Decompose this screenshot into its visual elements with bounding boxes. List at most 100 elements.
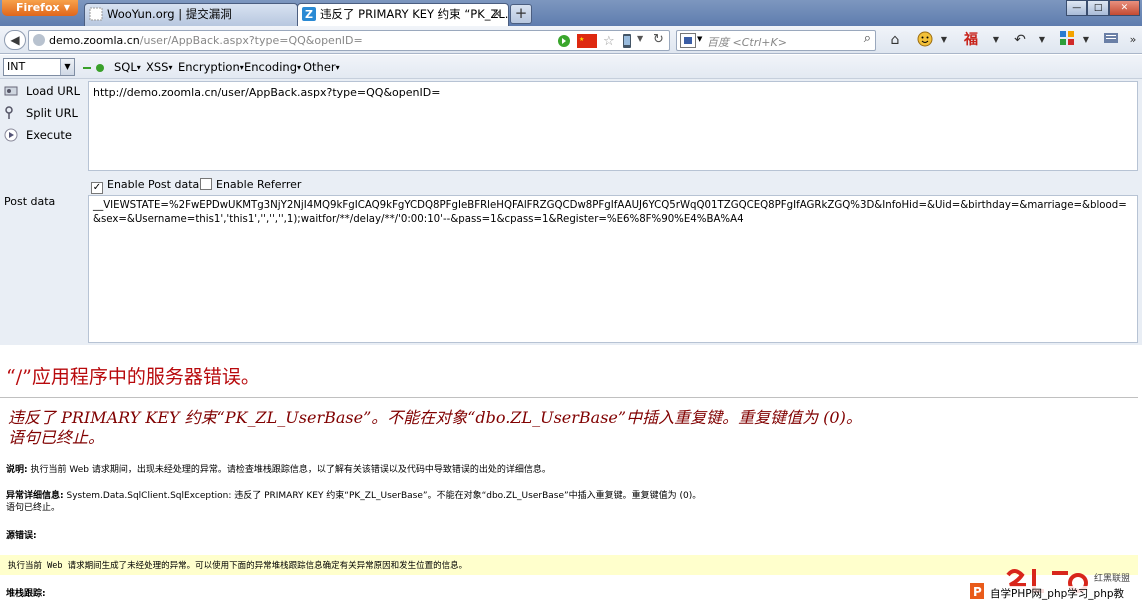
description-label: 说明:	[6, 465, 28, 475]
search-engine-icon[interactable]	[680, 33, 696, 48]
execute-button[interactable]: Execute	[4, 128, 72, 142]
source-error-heading: 源错误:	[6, 530, 37, 543]
stack-trace-label: 堆栈跟踪:	[6, 589, 46, 599]
undo-dropdown-icon[interactable]: ▼	[1033, 31, 1051, 49]
watermark-brand: 红黑联盟	[1094, 574, 1131, 584]
back-button[interactable]: ◀	[4, 30, 26, 50]
china-flag-icon: ★	[577, 34, 597, 48]
zoomla-icon: Z	[302, 7, 316, 21]
source-error-text: 执行当前 Web 请求期间生成了未经处理的异常。可以使用下面的异常堆栈跟踪信息确…	[8, 561, 468, 571]
reload-icon[interactable]: ↻	[653, 32, 664, 47]
error-message: 违反了 PRIMARY KEY 约束“PK_ZL_UserBase”。不能在对象…	[8, 408, 862, 448]
home-icon[interactable]: ⌂	[886, 31, 904, 49]
firefox-menu-button[interactable]: Firefox ▼	[2, 0, 78, 16]
maximize-button[interactable]: □	[1087, 0, 1109, 16]
int-select[interactable]: INT ▼	[3, 58, 75, 76]
exception-text-line2: 语句已终止。	[6, 503, 61, 513]
translate-icon[interactable]: 福	[962, 31, 980, 49]
divider	[0, 397, 1138, 398]
load-url-icon	[4, 86, 18, 96]
source-error-label: 源错误:	[6, 531, 37, 541]
go-green-icon[interactable]	[557, 34, 571, 48]
search-icon[interactable]: ⌕	[864, 31, 871, 46]
hackbar-toolbar: INT ▼ SQL▾ XSS▾ Encryption▾ Encoding▾ Oth…	[0, 55, 1142, 79]
search-box[interactable]: ▼ 百度 <Ctrl+K> ⌕	[676, 30, 876, 51]
chevron-down-icon: ▼	[63, 3, 70, 12]
addon-dropdown-icon[interactable]: ▼	[935, 31, 953, 49]
face-addon-icon[interactable]	[916, 31, 934, 49]
grid-addon-icon[interactable]	[1058, 31, 1076, 49]
checkmark-icon: ✓	[91, 182, 103, 194]
mobile-icon	[623, 34, 631, 48]
url-textarea[interactable]: http://demo.zoomla.cn/user/AppBack.aspx?…	[88, 81, 1138, 171]
watermark-text: 自学PHP网_php学习_php教	[990, 586, 1125, 601]
translate-dropdown-icon[interactable]: ▼	[987, 31, 1005, 49]
enable-referrer-checkbox[interactable]: Enable Referrer	[200, 178, 301, 191]
hackbar-panel: Load URL Split URL Execute http://demo.z…	[0, 79, 1142, 345]
dropdown-arrow-icon[interactable]: ▼	[637, 34, 643, 48]
tab-title: 违反了 PRIMARY KEY 约束 “PK_ZL...	[320, 7, 509, 21]
enable-referrer-label: Enable Referrer	[216, 178, 302, 191]
overflow-chevron-icon[interactable]: »	[1124, 31, 1142, 49]
menu-label: Encryption	[178, 60, 240, 74]
split-url-icon	[5, 106, 13, 119]
close-tab-icon[interactable]: ✕	[492, 4, 502, 25]
svg-text:P: P	[973, 585, 982, 599]
grid-dropdown-icon[interactable]: ▼	[1077, 31, 1095, 49]
menu-label: Encoding	[244, 60, 297, 74]
menu-label: Other	[303, 60, 336, 74]
split-url-button[interactable]: Split URL	[4, 106, 78, 120]
window-controls: — □ ✕	[1066, 0, 1140, 16]
menu-xss[interactable]: XSS▾	[146, 60, 173, 74]
int-select-value: INT	[7, 60, 26, 73]
stack-trace-heading: 堆栈跟踪:	[6, 588, 46, 601]
menu-label: SQL	[114, 60, 137, 74]
new-tab-button[interactable]: +	[510, 4, 532, 24]
globe-icon	[33, 34, 45, 46]
enable-post-label: Enable Post data	[107, 178, 200, 191]
menu-label: XSS	[146, 60, 169, 74]
error-title: “/”应用程序中的服务器错误。	[6, 366, 260, 388]
svg-text:★: ★	[579, 36, 584, 43]
exception-text: System.Data.SqlClient.SqlException: 违反了 …	[66, 491, 702, 501]
execute-icon	[4, 128, 18, 142]
plus-green-icon[interactable]	[96, 64, 104, 72]
menu-encryption[interactable]: Encryption▾	[178, 60, 244, 74]
minimize-button[interactable]: —	[1066, 0, 1088, 16]
execute-label: Execute	[26, 128, 72, 142]
tab-title: WooYun.org | 提交漏洞	[107, 7, 232, 21]
post-data-textarea[interactable]: __VIEWSTATE=%2FwEPDwUKMTg3NjY2NjI4MQ9kFg…	[88, 195, 1138, 343]
firefox-label: Firefox	[16, 1, 60, 14]
error-message-line: 语句已终止。	[8, 428, 105, 447]
empty-checkbox-icon	[200, 178, 212, 190]
minus-green-icon[interactable]	[83, 64, 91, 72]
undo-icon[interactable]: ↶	[1011, 31, 1029, 49]
error-message-line: 违反了 PRIMARY KEY 约束“PK_ZL_UserBase”。不能在对象…	[8, 408, 862, 427]
post-data-label: Post data	[4, 195, 56, 208]
exception-paragraph: 异常详细信息: System.Data.SqlClient.SqlExcepti…	[6, 490, 701, 503]
description-text: 执行当前 Web 请求期间，出现未经处理的异常。请检查堆栈跟踪信息，以了解有关该…	[30, 465, 551, 475]
url-text: demo.zoomla.cn/user/AppBack.aspx?type=QQ…	[49, 34, 363, 47]
menu-sql[interactable]: SQL▾	[114, 60, 141, 74]
load-url-button[interactable]: Load URL	[4, 84, 80, 98]
bookmark-star-icon[interactable]: ☆	[603, 34, 615, 49]
tab-error-page[interactable]: Z 违反了 PRIMARY KEY 约束 “PK_ZL... ✕	[297, 3, 509, 27]
split-url-label: Split URL	[26, 106, 78, 120]
search-placeholder: 百度 <Ctrl+K>	[707, 36, 787, 49]
tab-strip: Firefox ▼ WooYun.org | 提交漏洞 Z 违反了 PRIMARY…	[0, 0, 1142, 27]
engine-dropdown-icon[interactable]: ▼	[697, 35, 702, 43]
url-host: demo.zoomla.cn	[49, 34, 140, 47]
bookmark-menu-icon[interactable]	[1103, 31, 1121, 49]
url-path: /user/AppBack.aspx?type=QQ&openID=	[139, 34, 363, 47]
svg-text:Z: Z	[305, 8, 313, 21]
url-bar[interactable]: demo.zoomla.cn/user/AppBack.aspx?type=QQ…	[28, 30, 670, 51]
menu-encoding[interactable]: Encoding▾	[244, 60, 301, 74]
exception-label: 异常详细信息:	[6, 491, 64, 501]
enable-post-checkbox[interactable]: ✓ Enable Post data	[91, 178, 199, 194]
page-icon	[89, 7, 103, 21]
load-url-label: Load URL	[26, 84, 81, 98]
menu-other[interactable]: Other▾	[303, 60, 340, 74]
close-window-button[interactable]: ✕	[1108, 0, 1140, 16]
tab-wooyun[interactable]: WooYun.org | 提交漏洞	[84, 3, 298, 26]
description-paragraph: 说明: 执行当前 Web 请求期间，出现未经处理的异常。请检查堆栈跟踪信息，以了…	[6, 464, 551, 477]
